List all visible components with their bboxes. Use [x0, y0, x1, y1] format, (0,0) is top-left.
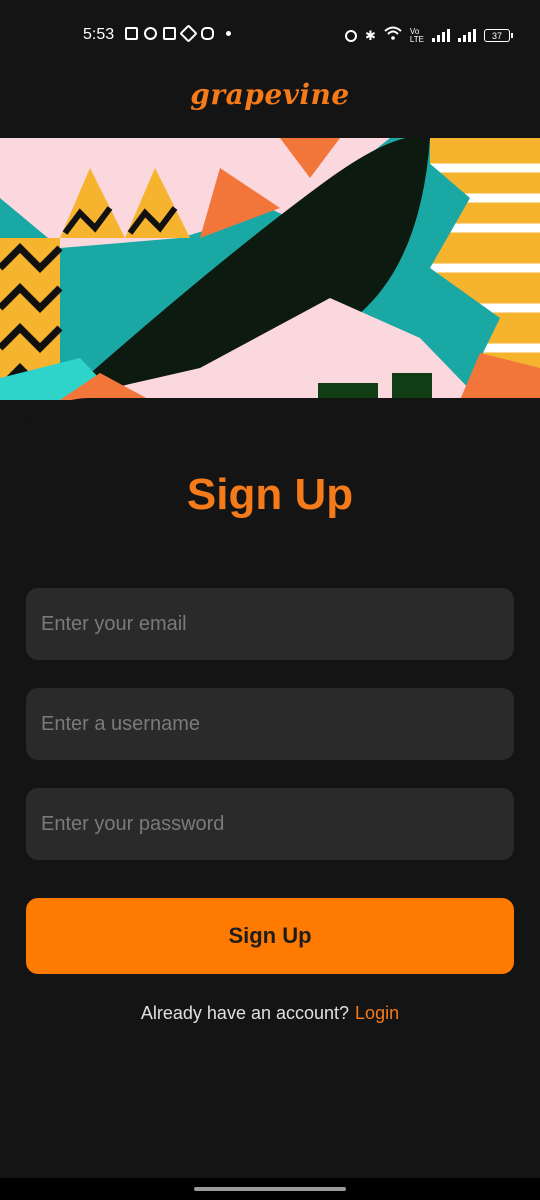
status-time: 5:53 [83, 26, 115, 43]
login-prompt-text: Already have an account? [140, 1003, 350, 1023]
notification-icons [125, 24, 231, 43]
header-banner-image [0, 138, 540, 400]
sign-up-button[interactable]: Sign Up [26, 898, 514, 974]
battery-icon: 37 [484, 29, 513, 42]
system-icons: ✱ Vo LTE 37 [345, 26, 513, 45]
snapchat-icon [144, 27, 157, 40]
login-prompt: Already have an account? Login [0, 1003, 540, 1024]
dot-icon [226, 31, 231, 36]
wifi-icon [384, 26, 402, 45]
page-title: Sign Up [186, 470, 354, 519]
slack-icon [179, 24, 198, 43]
linkedin-icon [163, 27, 176, 40]
signal-icon [432, 29, 450, 42]
app-logo: grapevine [190, 78, 350, 111]
email-field[interactable] [26, 588, 514, 660]
discord-icon [201, 27, 214, 40]
navigation-bar [0, 1178, 540, 1200]
login-link[interactable]: Login [355, 1003, 399, 1023]
home-gesture-handle[interactable] [194, 1187, 346, 1191]
password-field[interactable] [26, 788, 514, 860]
bluetooth-icon: ✱ [365, 27, 376, 43]
username-field[interactable] [26, 688, 514, 760]
volte-icon: Vo LTE [409, 26, 424, 44]
status-bar: 5:53 ✱ Vo LTE 37 [0, 0, 540, 70]
news-icon [125, 27, 138, 40]
signal-icon [458, 29, 476, 42]
alarm-icon [345, 29, 358, 42]
